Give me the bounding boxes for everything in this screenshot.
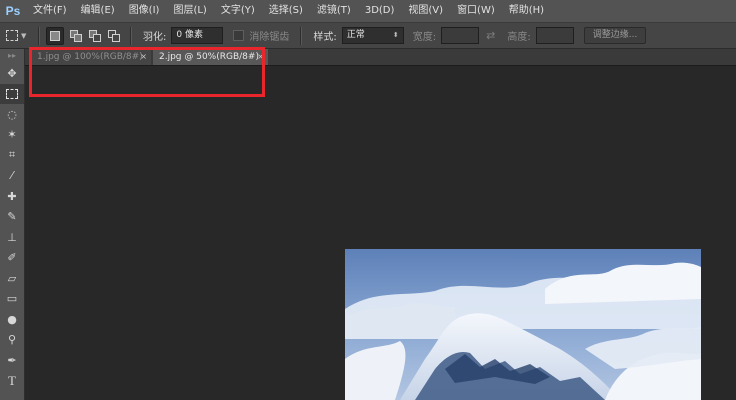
rect-marquee-icon bbox=[6, 30, 18, 41]
panel-grip-icon[interactable]: ▸▸ bbox=[0, 49, 24, 63]
options-bar: ▼ 羽化: 0 像素 消除锯齿 样式: 正常 ⬍ 宽度: ⇄ 高度: 调整边缘.… bbox=[0, 23, 736, 49]
tool-panel: ▸▸ ✥ ◌ ✶ ⌗ ⁄ ✚ ✎ ⊥ ✐ ▱ ▭ ● ⚲ ✒ T bbox=[0, 49, 25, 400]
antialias-checkbox[interactable] bbox=[233, 30, 245, 41]
menu-layer[interactable]: 图层(L) bbox=[166, 0, 213, 22]
clone-stamp-tool-icon[interactable]: ⊥ bbox=[0, 227, 24, 248]
menu-file[interactable]: 文件(F) bbox=[26, 0, 74, 22]
divider bbox=[38, 26, 40, 45]
eraser-tool-icon[interactable]: ▱ bbox=[0, 268, 24, 289]
swap-icon[interactable]: ⇄ bbox=[486, 29, 495, 42]
crop-tool-icon[interactable]: ⌗ bbox=[0, 145, 24, 166]
rect-marquee-tool-icon[interactable] bbox=[0, 83, 24, 104]
menu-help[interactable]: 帮助(H) bbox=[502, 0, 551, 22]
lasso-tool-icon[interactable]: ◌ bbox=[0, 104, 24, 125]
menu-filter[interactable]: 滤镜(T) bbox=[310, 0, 358, 22]
intersect-selection-icon bbox=[107, 30, 120, 42]
eyedropper-tool-icon[interactable]: ⁄ bbox=[0, 166, 24, 187]
menu-image[interactable]: 图像(I) bbox=[122, 0, 167, 22]
feather-input[interactable]: 0 像素 bbox=[171, 27, 224, 44]
menu-type[interactable]: 文字(Y) bbox=[214, 0, 262, 22]
style-select-value: 正常 bbox=[346, 30, 365, 40]
dodge-tool-icon[interactable]: ⚲ bbox=[0, 330, 24, 351]
style-select[interactable]: 正常 ⬍ bbox=[341, 27, 404, 44]
move-tool-icon[interactable]: ✥ bbox=[0, 63, 24, 84]
type-tool-icon[interactable]: T bbox=[0, 371, 24, 392]
tool-preset-picker[interactable]: ▼ bbox=[6, 26, 32, 46]
gradient-tool-icon[interactable]: ▭ bbox=[0, 289, 24, 310]
divider bbox=[130, 26, 132, 45]
add-selection-button[interactable] bbox=[67, 28, 83, 44]
subtract-selection-button[interactable] bbox=[86, 28, 102, 44]
width-input[interactable] bbox=[441, 27, 480, 44]
menu-select[interactable]: 选择(S) bbox=[262, 0, 310, 22]
width-label: 宽度: bbox=[412, 32, 437, 43]
updown-icon: ⬍ bbox=[392, 31, 399, 39]
new-selection-button[interactable] bbox=[46, 26, 64, 45]
document-image[interactable] bbox=[345, 249, 701, 400]
healing-brush-tool-icon[interactable]: ✚ bbox=[0, 186, 24, 207]
add-selection-icon bbox=[69, 30, 82, 42]
brush-tool-icon[interactable]: ✎ bbox=[0, 207, 24, 228]
menu-edit[interactable]: 编辑(E) bbox=[74, 0, 122, 22]
refine-edge-button[interactable]: 调整边缘... bbox=[583, 27, 647, 44]
magic-wand-tool-icon[interactable]: ✶ bbox=[0, 125, 24, 146]
chevron-down-icon: ▼ bbox=[21, 31, 27, 40]
divider bbox=[300, 26, 303, 45]
antialias-label: 消除锯齿 bbox=[249, 32, 290, 43]
menu-view[interactable]: 视图(V) bbox=[401, 0, 450, 22]
menu-window[interactable]: 窗口(W) bbox=[450, 0, 502, 22]
annotation-highlight-box bbox=[29, 47, 265, 97]
intersect-selection-button[interactable] bbox=[105, 28, 121, 44]
new-selection-icon bbox=[50, 30, 60, 41]
feather-label: 羽化: bbox=[143, 32, 167, 43]
blur-tool-icon[interactable]: ● bbox=[0, 309, 24, 330]
height-input[interactable] bbox=[535, 27, 574, 44]
mountain-photo bbox=[345, 249, 701, 400]
menu-3d[interactable]: 3D(D) bbox=[358, 0, 402, 22]
history-brush-tool-icon[interactable]: ✐ bbox=[0, 248, 24, 269]
pen-tool-icon[interactable]: ✒ bbox=[0, 350, 24, 371]
subtract-selection-icon bbox=[88, 30, 101, 42]
height-label: 高度: bbox=[507, 32, 531, 43]
menu-bar: Ps 文件(F) 编辑(E) 图像(I) 图层(L) 文字(Y) 选择(S) 滤… bbox=[0, 0, 736, 23]
style-label: 样式: bbox=[313, 32, 337, 43]
photoshop-logo: Ps bbox=[5, 4, 21, 18]
